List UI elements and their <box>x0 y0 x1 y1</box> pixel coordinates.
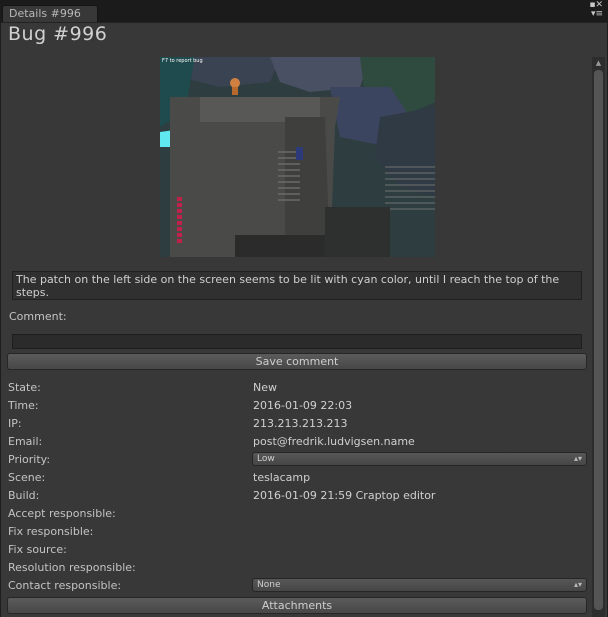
game-scene-graphic <box>160 57 435 257</box>
priority-selected: Low <box>257 454 275 464</box>
field-accept-responsible: Accept responsible: <box>8 506 588 522</box>
field-time: Time: 2016-01-09 22:03 <box>8 398 588 414</box>
scene-label: Scene: <box>8 471 46 484</box>
resolution-responsible-label: Resolution responsible: <box>8 561 136 574</box>
attachments-button[interactable]: Attachments <box>7 597 587 614</box>
email-label: Email: <box>8 435 43 448</box>
contact-responsible-dropdown[interactable]: None ▴▾ <box>252 578 587 592</box>
state-value: New <box>253 381 277 394</box>
build-label: Build: <box>8 489 40 502</box>
bug-description[interactable]: The patch on the left side on the screen… <box>12 271 582 300</box>
field-fix-responsible: Fix responsible: <box>8 524 588 540</box>
field-email: Email: post@fredrik.ludvigsen.name <box>8 434 588 450</box>
priority-dropdown[interactable]: Low ▴▾ <box>252 452 587 466</box>
email-value: post@fredrik.ludvigsen.name <box>253 435 415 448</box>
priority-label: Priority: <box>8 453 51 466</box>
updown-arrows-icon: ▴▾ <box>573 454 582 463</box>
ip-value: 213.213.213.213 <box>253 417 348 430</box>
contact-responsible-label: Contact responsible: <box>8 579 122 592</box>
accept-responsible-label: Accept responsible: <box>8 507 116 520</box>
field-priority: Priority: Low ▴▾ <box>8 452 588 468</box>
field-resolution-responsible: Resolution responsible: <box>8 560 588 576</box>
field-fix-source: Fix source: <box>8 542 588 558</box>
save-comment-button[interactable]: Save comment <box>7 353 587 370</box>
field-state: State: New <box>8 380 588 396</box>
time-label: Time: <box>8 399 39 412</box>
state-label: State: <box>8 381 41 394</box>
scrollbar-thumb[interactable] <box>594 70 603 610</box>
tab-bar: Details #996 ▪✕ ▾≡ <box>0 0 608 22</box>
field-contact-responsible: Contact responsible: None ▴▾ <box>8 578 588 594</box>
time-value: 2016-01-09 22:03 <box>253 399 353 412</box>
field-scene: Scene: teslacamp <box>8 470 588 486</box>
comment-input[interactable] <box>12 334 582 349</box>
page-title: Bug #996 <box>8 23 108 45</box>
bug-screenshot-image: F7 to report bug <box>160 57 435 257</box>
scroll-up-arrow-icon[interactable]: ▲ <box>592 57 605 69</box>
field-ip: IP: 213.213.213.213 <box>8 416 588 432</box>
ip-label: IP: <box>8 417 22 430</box>
fix-responsible-label: Fix responsible: <box>8 525 94 538</box>
scene-value: teslacamp <box>253 471 311 484</box>
comment-label: Comment: <box>9 310 67 323</box>
build-value: 2016-01-09 21:59 Craptop editor <box>253 489 436 502</box>
report-bug-hint: F7 to report bug <box>162 58 203 64</box>
vertical-scrollbar[interactable]: ▲ <box>592 57 605 617</box>
contact-responsible-selected: None <box>257 580 281 590</box>
field-build: Build: 2016-01-09 21:59 Craptop editor <box>8 488 588 504</box>
window-menu-icon[interactable]: ▪✕ ▾≡ <box>589 1 603 19</box>
tab-details[interactable]: Details #996 <box>2 5 98 22</box>
fix-source-label: Fix source: <box>8 543 67 556</box>
updown-arrows-icon: ▴▾ <box>573 580 582 589</box>
